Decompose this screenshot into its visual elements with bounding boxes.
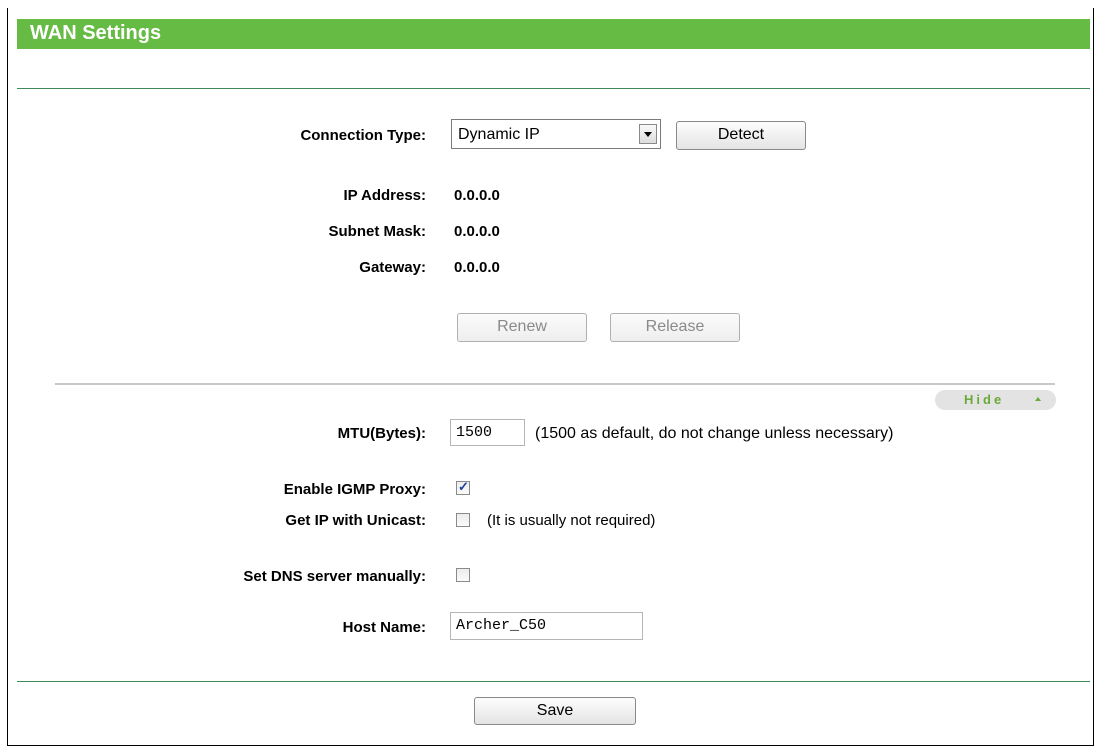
host-name-input[interactable]: Archer_C50 — [450, 612, 643, 640]
connection-type-select[interactable]: Dynamic IP — [451, 119, 661, 149]
page-title: WAN Settings — [30, 22, 162, 44]
igmp-proxy-checkbox[interactable] — [456, 479, 470, 495]
chevron-down-icon[interactable] — [639, 124, 657, 144]
title-bar: WAN Settings — [17, 19, 1090, 49]
host-name-label: Host Name: — [342, 619, 426, 636]
unicast-hint: (It is usually not required) — [487, 512, 656, 529]
mtu-label: MTU(Bytes): — [337, 425, 426, 442]
unicast-label: Get IP with Unicast: — [285, 512, 426, 529]
connection-type-label: Connection Type: — [300, 127, 426, 144]
dns-manual-checkbox[interactable] — [456, 568, 470, 582]
top-divider — [17, 88, 1090, 89]
subnet-mask-value: 0.0.0.0 — [454, 223, 500, 240]
mtu-input[interactable]: 1500 — [450, 419, 525, 446]
gateway-label: Gateway: — [359, 259, 426, 276]
bottom-divider — [17, 681, 1090, 682]
igmp-proxy-label: Enable IGMP Proxy: — [283, 481, 426, 498]
unicast-checkbox[interactable] — [456, 513, 470, 527]
renew-button[interactable]: Renew — [457, 313, 587, 342]
ip-address-value: 0.0.0.0 — [454, 187, 500, 204]
advanced-divider — [55, 383, 1055, 385]
release-button[interactable]: Release — [610, 313, 740, 342]
ip-address-label: IP Address: — [343, 187, 426, 204]
mtu-hint: (1500 as default, do not change unless n… — [535, 425, 894, 442]
connection-type-value: Dynamic IP — [458, 126, 540, 143]
detect-button[interactable]: Detect — [676, 121, 806, 150]
save-button[interactable]: Save — [474, 697, 636, 725]
gateway-value: 0.0.0.0 — [454, 259, 500, 276]
hide-toggle[interactable]: Hide — [935, 390, 1056, 410]
hide-label: Hide — [964, 392, 1005, 407]
subnet-mask-label: Subnet Mask: — [328, 223, 426, 240]
dns-manual-label: Set DNS server manually: — [243, 568, 426, 585]
chevron-up-icon — [1035, 397, 1041, 401]
